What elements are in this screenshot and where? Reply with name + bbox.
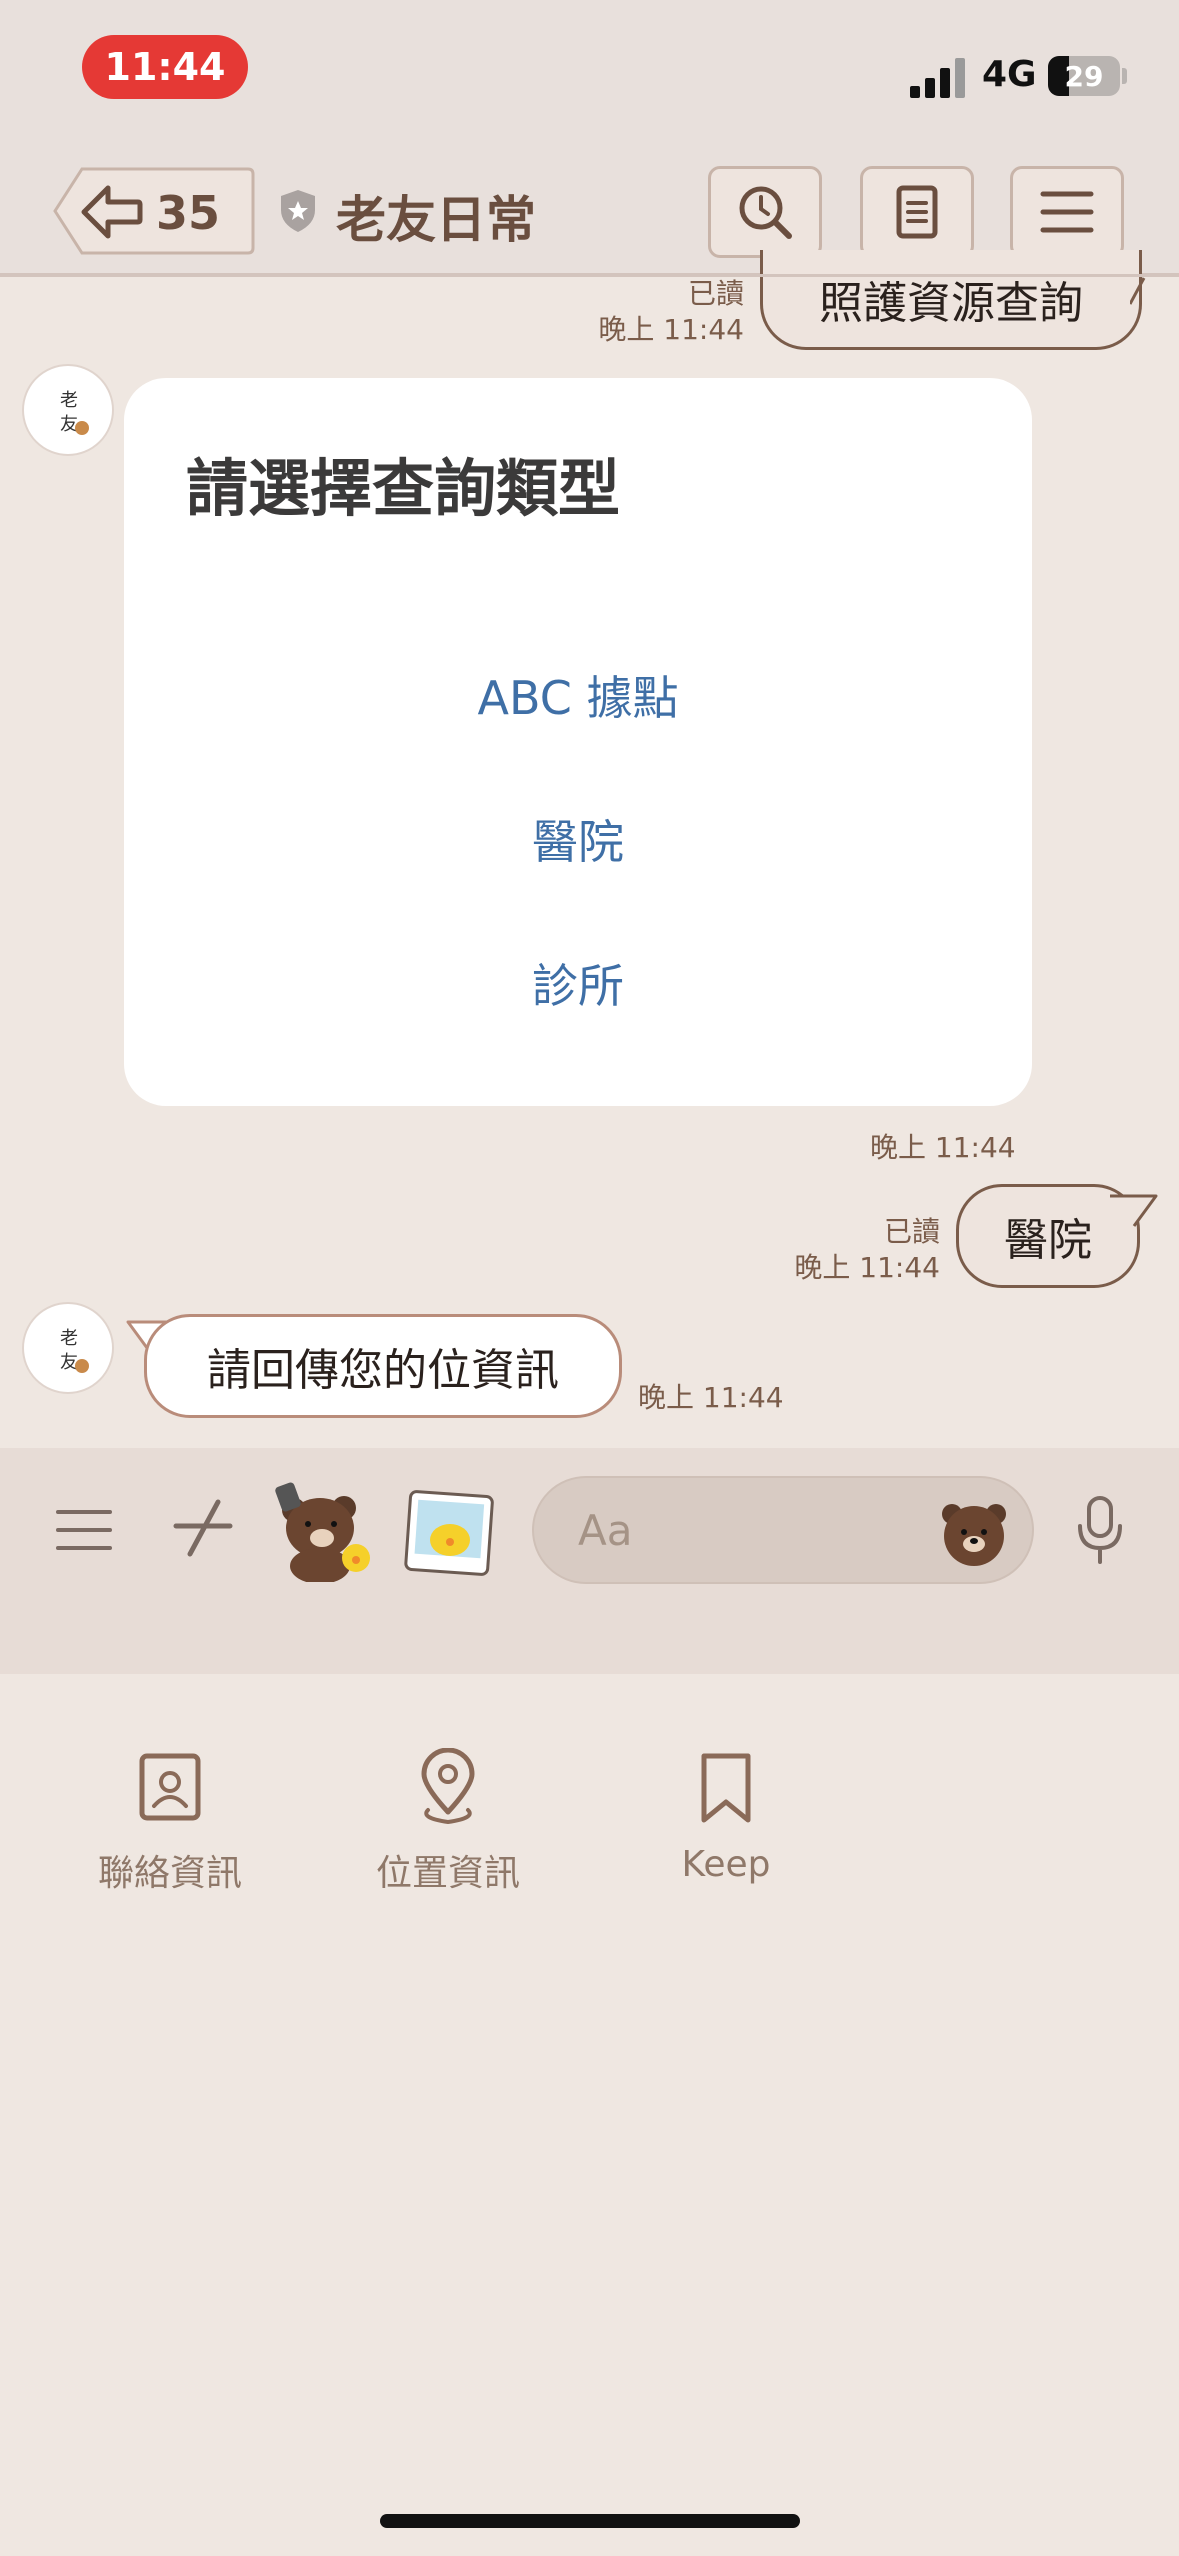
contact-icon — [139, 1753, 201, 1821]
input-placeholder: Aa — [578, 1506, 633, 1555]
back-arrow-icon — [81, 185, 143, 239]
attach-label: 位置資訊 — [375, 1853, 520, 1894]
attach-keep[interactable]: Keep — [626, 1748, 826, 1885]
option-abc-center[interactable]: ABC 據點 — [124, 662, 1032, 728]
collapse-icon[interactable] — [168, 1492, 238, 1562]
bot-avatar[interactable]: 老 友 — [22, 364, 114, 456]
card-time: 晚上 11:44 — [870, 1131, 1016, 1164]
message-time: 晚上 11:44 — [638, 1381, 784, 1414]
battery-level: 29 — [1064, 59, 1104, 93]
query-type-card: 請選擇查詢類型 ABC 據點 醫院 診所 — [124, 378, 1032, 1106]
emoji-bear-icon[interactable] — [938, 1496, 1010, 1568]
search-button[interactable] — [708, 166, 822, 258]
notes-icon — [896, 185, 938, 239]
battery-icon: 29 — [1048, 56, 1120, 96]
read-receipt: 已讀 — [883, 1215, 940, 1248]
message-input[interactable]: Aa — [532, 1476, 1034, 1584]
unread-count: 35 — [156, 186, 221, 240]
message-time: 晚上 11:44 — [598, 313, 744, 346]
attach-location[interactable]: 位置資訊 — [348, 1748, 548, 1896]
message-text: 醫院 — [1004, 1215, 1092, 1266]
svg-text:老: 老 — [60, 1328, 78, 1349]
more-menu-icon[interactable] — [52, 1498, 116, 1562]
option-hospital[interactable]: 醫院 — [124, 806, 1032, 872]
attach-label: Keep — [681, 1844, 771, 1885]
card-title: 請選擇查詢類型 — [186, 452, 621, 525]
svg-text:友: 友 — [60, 1352, 78, 1373]
status-time: 11:44 — [82, 35, 248, 99]
header-divider — [0, 274, 1179, 277]
bot-avatar[interactable]: 老 友 — [22, 1302, 114, 1394]
status-bar: 11:44 4G 29 — [0, 0, 1179, 150]
search-clock-icon — [739, 186, 792, 239]
shield-icon — [281, 190, 315, 232]
svg-text:老: 老 — [60, 390, 78, 411]
read-receipt: 已讀 — [687, 277, 744, 310]
input-bar: Aa — [0, 1448, 1179, 1674]
signal-icon — [910, 58, 965, 98]
home-indicator[interactable] — [380, 2514, 800, 2528]
menu-button[interactable] — [1010, 166, 1124, 258]
hamburger-icon — [1040, 191, 1094, 233]
incoming-message-bubble[interactable]: 請回傳您的位資訊 — [144, 1314, 622, 1418]
outgoing-message-bubble[interactable]: 照護資源查詢 — [760, 250, 1142, 350]
bubble-tail — [1110, 1194, 1158, 1227]
notes-button[interactable] — [860, 166, 974, 258]
photo-sticker-icon[interactable] — [402, 1490, 496, 1578]
message-text: 請回傳您的位資訊 — [207, 1345, 559, 1396]
chat-title: 老友日常 — [336, 191, 536, 249]
attach-contact[interactable]: 聯絡資訊 — [70, 1748, 270, 1896]
microphone-icon[interactable] — [1072, 1494, 1128, 1566]
sticker-bear-icon[interactable] — [272, 1478, 382, 1582]
location-pin-icon — [421, 1748, 475, 1825]
network-label: 4G — [982, 54, 1037, 95]
bubble-tail — [1130, 277, 1146, 305]
svg-text:友: 友 — [60, 414, 78, 435]
battery-cap — [1122, 68, 1127, 84]
attach-label: 聯絡資訊 — [97, 1853, 242, 1894]
bookmark-icon — [701, 1753, 751, 1823]
option-clinic[interactable]: 診所 — [124, 950, 1032, 1016]
message-time: 晚上 11:44 — [794, 1251, 940, 1284]
